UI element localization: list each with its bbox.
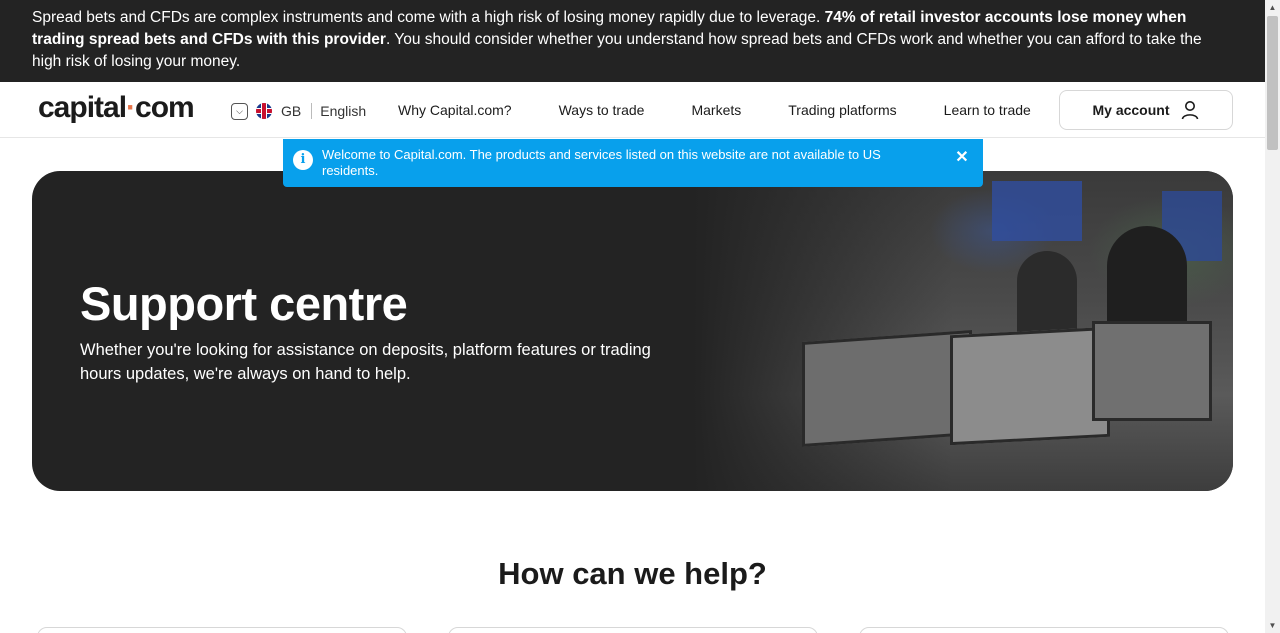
close-icon[interactable]: ✕ bbox=[955, 150, 969, 166]
region-code: GB bbox=[281, 103, 302, 119]
help-card[interactable] bbox=[37, 627, 407, 633]
language-name: English bbox=[320, 103, 367, 119]
hero-image-person bbox=[1017, 251, 1077, 341]
logo-dot: · bbox=[126, 91, 136, 124]
language-selector[interactable]: ⌵ GB English bbox=[231, 101, 366, 121]
info-icon: i bbox=[293, 150, 313, 170]
risk-warning-banner: Spread bets and CFDs are complex instrum… bbox=[0, 0, 1265, 82]
nav-item-why-capital[interactable]: Why Capital.com? bbox=[398, 102, 512, 118]
site-header: capital·com ⌵ GB English Why Capital.com… bbox=[0, 82, 1265, 138]
hero-description: Whether you're looking for assistance on… bbox=[80, 341, 651, 383]
main-nav: Why Capital.com? Ways to trade Markets T… bbox=[398, 102, 1078, 118]
notice-text: Welcome to Capital.com. The products and… bbox=[322, 147, 881, 178]
logo-text-left: capital bbox=[38, 91, 127, 124]
language-divider bbox=[311, 103, 313, 119]
hero-image-monitor bbox=[1092, 321, 1212, 421]
my-account-label: My account bbox=[1092, 102, 1170, 118]
nav-item-markets[interactable]: Markets bbox=[691, 102, 741, 118]
scroll-up-icon[interactable]: ▲ bbox=[1265, 0, 1280, 15]
logo-text-right: com bbox=[135, 91, 195, 124]
capital-com-logo[interactable]: capital·com bbox=[38, 91, 195, 125]
risk-warning-text: Spread bets and CFDs are complex instrum… bbox=[32, 9, 825, 26]
support-hero: Support centre Whether you're looking fo… bbox=[32, 171, 1233, 491]
hero-image-monitor bbox=[802, 330, 972, 447]
nav-item-trading-platforms[interactable]: Trading platforms bbox=[788, 102, 896, 118]
help-card[interactable] bbox=[859, 627, 1229, 633]
nav-item-learn-to-trade[interactable]: Learn to trade bbox=[944, 102, 1031, 118]
scroll-down-icon[interactable]: ▼ bbox=[1265, 618, 1280, 633]
hero-image-screen bbox=[992, 181, 1082, 241]
help-section-title: How can we help? bbox=[498, 556, 767, 591]
us-residents-notice: i Welcome to Capital.com. The products a… bbox=[283, 139, 983, 187]
my-account-button[interactable]: My account bbox=[1059, 90, 1233, 130]
uk-flag-icon bbox=[256, 103, 272, 119]
chevron-down-icon[interactable]: ⌵ bbox=[231, 102, 248, 120]
help-card[interactable] bbox=[448, 627, 818, 633]
user-icon bbox=[1180, 100, 1200, 120]
nav-item-ways-to-trade[interactable]: Ways to trade bbox=[559, 102, 645, 118]
page-scrollbar[interactable]: ▲ ▼ bbox=[1265, 0, 1280, 633]
scrollbar-thumb[interactable] bbox=[1267, 16, 1278, 150]
hero-image-monitor bbox=[950, 326, 1110, 446]
page-title: Support centre bbox=[80, 277, 408, 330]
